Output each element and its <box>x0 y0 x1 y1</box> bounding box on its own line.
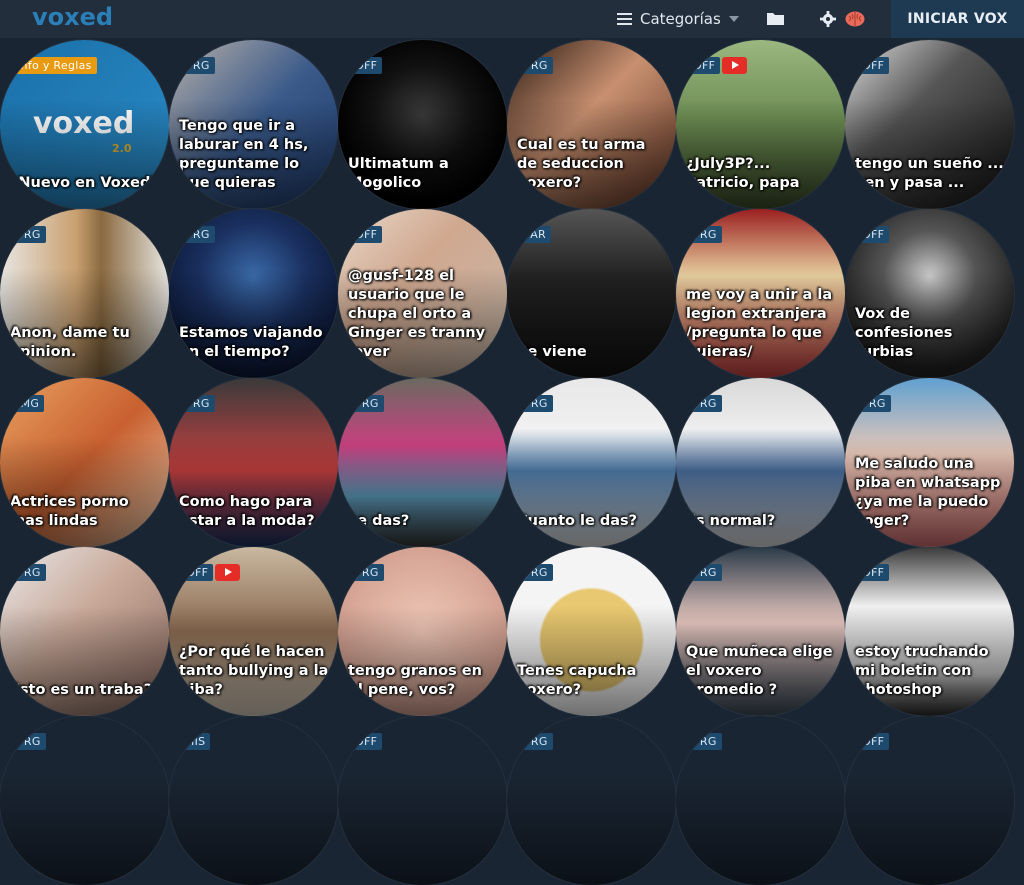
vox-grid: voxed2.0Info y Reglas¿Nuevo en Voxed?PRG… <box>0 38 1024 885</box>
category-badge: IMG <box>12 395 45 412</box>
vox-card[interactable]: OFF @gusf-128 el usuario que le chupa el … <box>338 209 507 378</box>
vox-title: Ultimatum a Mogolico <box>348 156 449 191</box>
vox-title: Actrices porno mas lindas <box>10 494 129 529</box>
category-badge: PRG <box>350 395 384 412</box>
category-badge: PRG <box>519 564 553 581</box>
vox-card[interactable]: PRG Cuanto le das? <box>507 378 676 547</box>
vox-title: Me saludo una piba en whatsapp ¿ya me la… <box>855 456 1001 529</box>
vox-card[interactable]: PRG <box>507 716 676 885</box>
vox-card[interactable]: PRG <box>676 716 845 885</box>
category-badge: HIS <box>181 733 211 750</box>
vox-title: Estamos viajando en el tiempo? <box>179 325 323 360</box>
category-badge: OFF <box>857 226 890 243</box>
category-badge: PRG <box>12 564 46 581</box>
vox-card[interactable]: PRG Tengo que ir a laburar en 4 hs, pregu… <box>169 40 338 209</box>
category-badge: OFF <box>857 564 890 581</box>
vox-card[interactable]: OFF <box>338 716 507 885</box>
vox-card[interactable]: PRG Cual es tu arma de seduccion voxero? <box>507 40 676 209</box>
category-badge: OFF <box>181 564 214 581</box>
hamburger-icon <box>617 13 632 25</box>
youtube-icon <box>722 57 747 74</box>
vox-card[interactable]: IMG Actrices porno mas lindas <box>0 378 169 547</box>
vox-card[interactable]: PRG Que muñeca elige el voxero promedio ? <box>676 547 845 716</box>
vox-title: Es normal? <box>686 513 776 529</box>
category-badge: OFF <box>857 733 890 750</box>
category-badge: PRG <box>12 733 46 750</box>
vox-card[interactable]: PRG tengo granos en el pene, vos? <box>338 547 507 716</box>
vox-card[interactable]: PRG Anon, dame tu opinion. <box>0 209 169 378</box>
vox-title: Esto es un traba? <box>10 682 153 698</box>
chevron-down-icon <box>728 16 739 22</box>
vox-title: Que muñeca elige el voxero promedio ? <box>686 644 833 698</box>
vox-card[interactable]: OFF ¿Por qué le hacen tanto bullying a la… <box>169 547 338 716</box>
youtube-icon <box>215 564 240 581</box>
start-vox-button[interactable]: INICIAR VOX <box>891 0 1024 38</box>
vox-card[interactable]: PRG Como hago para estar a la moda? <box>169 378 338 547</box>
vox-card[interactable]: PRG Es normal? <box>676 378 845 547</box>
category-badge: PRG <box>519 57 553 74</box>
category-badge: OFF <box>350 57 383 74</box>
vox-title: tengo granos en el pene, vos? <box>348 663 482 698</box>
vox-title: Vox de confesiones turbias <box>855 306 953 360</box>
vox-card[interactable]: HIS <box>169 716 338 885</box>
vox-card[interactable]: PAR Se viene <box>507 209 676 378</box>
category-badge: PRG <box>857 395 891 412</box>
vox-card[interactable]: PRG me voy a unir a la legion extranjera … <box>676 209 845 378</box>
vox-title: Tenes capucha voxero? <box>517 663 637 698</box>
category-badge: PRG <box>688 733 722 750</box>
vox-card[interactable]: PRG <box>0 716 169 885</box>
vox-title: @gusf-128 el usuario que le chupa el ort… <box>348 268 486 360</box>
vox-title: estoy truchando mi boletin con photoshop <box>855 644 989 698</box>
vox-card[interactable]: OFF <box>845 716 1014 885</box>
vox-card[interactable]: voxed2.0Info y Reglas¿Nuevo en Voxed? <box>0 40 169 209</box>
vox-card[interactable]: OFF estoy truchando mi boletin con photos… <box>845 547 1014 716</box>
vox-title: me voy a unir a la legion extranjera /pr… <box>686 287 833 360</box>
category-badge: OFF <box>857 57 890 74</box>
vox-title: ¿July3P?... Patricio, papa <box>686 156 800 191</box>
category-badge: PRG <box>181 395 215 412</box>
category-badge: PRG <box>181 57 215 74</box>
vox-card[interactable]: PRG Tenes capucha voxero? <box>507 547 676 716</box>
category-badge: PRG <box>181 226 215 243</box>
site-logo[interactable]: voxed <box>32 3 113 31</box>
folder-icon[interactable] <box>767 12 784 25</box>
category-badge: PRG <box>519 733 553 750</box>
vox-title: Le das? <box>348 513 410 529</box>
category-badge: PRG <box>688 226 722 243</box>
vox-title: Cuanto le das? <box>517 513 638 529</box>
vox-card[interactable]: PRG Le das? <box>338 378 507 547</box>
vox-title: Anon, dame tu opinion. <box>10 325 130 360</box>
vox-card[interactable]: OFF tengo un sueño ... ven y pasa ... <box>845 40 1014 209</box>
vox-title: ¿Por qué le hacen tanto bullying a la pi… <box>179 644 329 698</box>
gear-icon[interactable] <box>820 11 836 27</box>
vox-title: Tengo que ir a laburar en 4 hs, pregunta… <box>179 118 309 191</box>
vox-card[interactable]: OFF Vox de confesiones turbias <box>845 209 1014 378</box>
category-badge: PRG <box>688 564 722 581</box>
vox-title: Se viene <box>517 344 587 360</box>
category-badge: OFF <box>350 733 383 750</box>
vox-title: tengo un sueño ... ven y pasa ... <box>855 156 1004 191</box>
brain-icon[interactable] <box>845 11 865 27</box>
top-bar: voxed Categorías INICIAR VOX <box>0 0 1024 38</box>
category-badge: PRG <box>519 395 553 412</box>
category-badge: PRG <box>688 395 722 412</box>
category-badge: PAR <box>519 226 551 243</box>
categories-label: Categorías <box>640 10 721 28</box>
vox-title: Cual es tu arma de seduccion voxero? <box>517 137 646 191</box>
vox-card[interactable]: PRG Me saludo una piba en whatsapp ¿ya me… <box>845 378 1014 547</box>
vox-title: ¿Nuevo en Voxed? <box>10 175 159 191</box>
vox-card[interactable]: OFF ¿July3P?... Patricio, papa <box>676 40 845 209</box>
vox-card[interactable]: OFF Ultimatum a Mogolico <box>338 40 507 209</box>
category-badge: OFF <box>350 226 383 243</box>
vox-card[interactable]: PRG Esto es un traba? <box>0 547 169 716</box>
vox-title: Como hago para estar a la moda? <box>179 494 315 529</box>
category-badge: OFF <box>688 57 721 74</box>
category-badge: Info y Reglas <box>12 57 97 74</box>
category-badge: PRG <box>350 564 384 581</box>
vox-card[interactable]: PRG Estamos viajando en el tiempo? <box>169 209 338 378</box>
category-badge: PRG <box>12 226 46 243</box>
categories-menu[interactable]: Categorías <box>617 0 739 38</box>
